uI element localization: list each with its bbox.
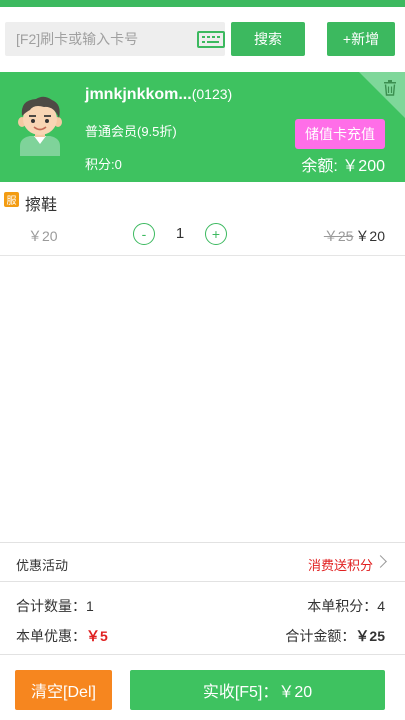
order-discount-value: ￥5: [86, 628, 108, 644]
order-total: 合计金额：￥25: [285, 626, 385, 646]
card-number-input[interactable]: [5, 22, 190, 56]
trash-icon[interactable]: [383, 80, 397, 96]
add-member-button[interactable]: +新增: [327, 22, 395, 56]
promo-row[interactable]: 优惠活动 消费送积分: [0, 543, 405, 581]
decrease-qty-button[interactable]: -: [133, 223, 155, 245]
divider: [0, 581, 405, 582]
item-name: 擦鞋: [25, 197, 58, 214]
recharge-button[interactable]: 储值卡充值: [295, 119, 385, 149]
order-discount-label: 本单优惠：: [16, 628, 86, 644]
order-total-label: 合计金额：: [285, 628, 356, 644]
keyboard-icon[interactable]: [197, 31, 225, 48]
search-button[interactable]: 搜索: [231, 22, 305, 56]
member-code: (0123): [191, 86, 233, 102]
search-row: 搜索 +新增: [0, 22, 405, 56]
card-search-box[interactable]: [5, 22, 225, 56]
service-badge: 服: [4, 192, 19, 207]
promo-value[interactable]: 消费送积分: [308, 555, 373, 574]
total-quantity-label: 合计数量：: [16, 598, 86, 614]
total-quantity: 合计数量：1: [16, 596, 94, 616]
order-points-value: 4: [377, 598, 385, 614]
item-price: ￥25 ￥20: [324, 226, 385, 246]
cart-item[interactable]: 服 擦鞋 ￥20 - 1 + ￥25 ￥20: [0, 188, 405, 256]
total-quantity-value: 1: [86, 598, 94, 614]
order-points: 本单积分：4: [307, 596, 385, 616]
top-accent-bar: [0, 0, 405, 7]
item-final-price: ￥20: [355, 228, 385, 244]
increase-qty-button[interactable]: +: [205, 223, 227, 245]
item-quantity[interactable]: 1: [170, 225, 190, 242]
promo-label: 优惠活动: [16, 558, 69, 573]
summary-row-2: 本单优惠：￥5 合计金额：￥25: [0, 626, 405, 646]
member-points: 积分:0: [85, 157, 122, 172]
order-discount: 本单优惠：￥5: [16, 626, 108, 646]
member-level: 普通会员(9.5折): [85, 124, 177, 139]
item-unit-price: ￥20: [28, 228, 58, 244]
card-corner: [359, 72, 405, 118]
summary-row-1: 合计数量：1 本单积分：4: [0, 596, 405, 616]
member-balance: 余额: ￥200: [301, 158, 385, 175]
clear-button[interactable]: 清空[Del]: [15, 670, 112, 710]
checkout-button[interactable]: 实收[F5]：￥20: [130, 670, 385, 710]
order-points-label: 本单积分：: [307, 598, 378, 614]
member-name-text: jmnkjnkkom...: [85, 86, 192, 103]
item-original-price: ￥25: [323, 228, 354, 244]
avatar: [18, 96, 62, 156]
divider: [0, 654, 405, 655]
order-total-value: ￥25: [355, 628, 385, 644]
chevron-right-icon[interactable]: [374, 555, 387, 568]
member-card: jmnkjnkkom...(0123) 普通会员(9.5折) 积分:0 储值卡充…: [0, 72, 405, 182]
member-name: jmnkjnkkom...(0123): [85, 86, 232, 104]
